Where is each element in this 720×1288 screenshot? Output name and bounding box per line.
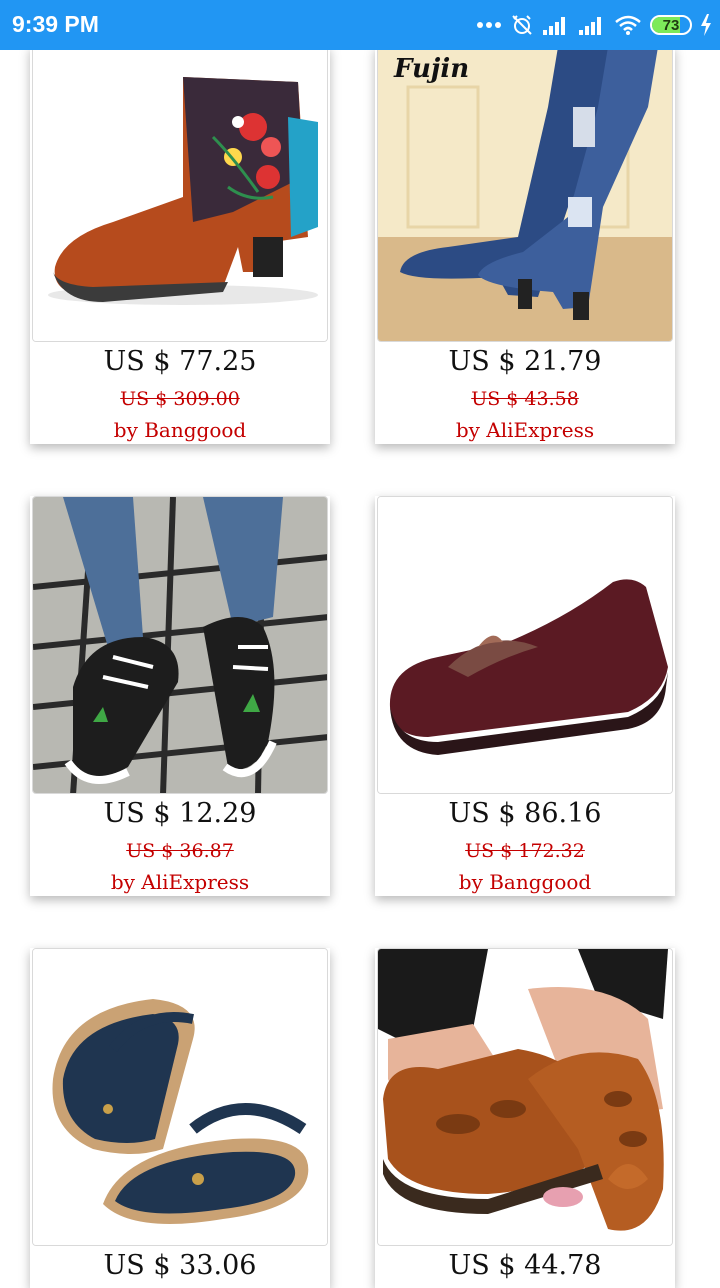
charging-icon xyxy=(700,14,712,36)
product-price: US $ 12.29 xyxy=(103,798,257,829)
product-price: US $ 33.06 xyxy=(103,1250,257,1281)
status-bar: 9:39 PM 73 xyxy=(0,0,720,50)
original-price: US $ 309.00 xyxy=(120,388,240,410)
store-name: by Banggood xyxy=(458,870,592,894)
product-image[interactable] xyxy=(32,46,328,342)
burgundy-loafer-icon xyxy=(378,497,672,793)
wifi-icon xyxy=(614,14,642,36)
product-image[interactable]: Fujin xyxy=(377,46,673,342)
product-image[interactable] xyxy=(377,496,673,794)
battery-icon: 73 xyxy=(650,15,692,35)
product-card[interactable]: US $ 33.06 xyxy=(30,948,330,1288)
product-price: US $ 86.16 xyxy=(448,798,602,829)
original-price: US $ 172.32 xyxy=(465,840,585,862)
brown-leather-shoe-icon xyxy=(378,949,672,1245)
blue-sandal-icon xyxy=(33,949,327,1245)
product-card[interactable]: US $ 86.16 US $ 172.32 by Banggood xyxy=(375,496,675,896)
product-card[interactable]: Fujin US $ 21.79 US $ 43.58 by AliExpres… xyxy=(375,46,675,444)
leaf-sneaker-icon xyxy=(33,497,327,793)
original-price: US $ 36.87 xyxy=(126,840,234,862)
product-image[interactable] xyxy=(377,948,673,1246)
product-image[interactable] xyxy=(32,496,328,794)
product-card[interactable]: US $ 12.29 US $ 36.87 by AliExpress xyxy=(30,496,330,896)
signal-icon xyxy=(542,14,570,36)
battery-level: 73 xyxy=(662,16,680,34)
product-card[interactable]: US $ 77.25 US $ 309.00 by Banggood xyxy=(30,46,330,444)
product-card[interactable]: US $ 44.78 xyxy=(375,948,675,1288)
store-name: by Banggood xyxy=(113,418,247,442)
denim-thigh-boot-icon: Fujin xyxy=(378,47,672,341)
product-price: US $ 77.25 xyxy=(103,346,257,377)
product-price: US $ 44.78 xyxy=(448,1250,602,1281)
store-name: by AliExpress xyxy=(455,418,595,442)
original-price: US $ 43.58 xyxy=(471,388,579,410)
boot-embroidered-icon xyxy=(33,47,327,341)
more-icon xyxy=(476,21,502,29)
product-image[interactable] xyxy=(32,948,328,1246)
store-name: by AliExpress xyxy=(110,870,250,894)
status-icons: 73 xyxy=(476,10,712,40)
signal-icon xyxy=(578,14,606,36)
brand-logo: Fujin xyxy=(393,54,469,84)
alarm-off-icon xyxy=(510,13,534,37)
status-time: 9:39 PM xyxy=(12,11,99,37)
product-price: US $ 21.79 xyxy=(448,346,602,377)
